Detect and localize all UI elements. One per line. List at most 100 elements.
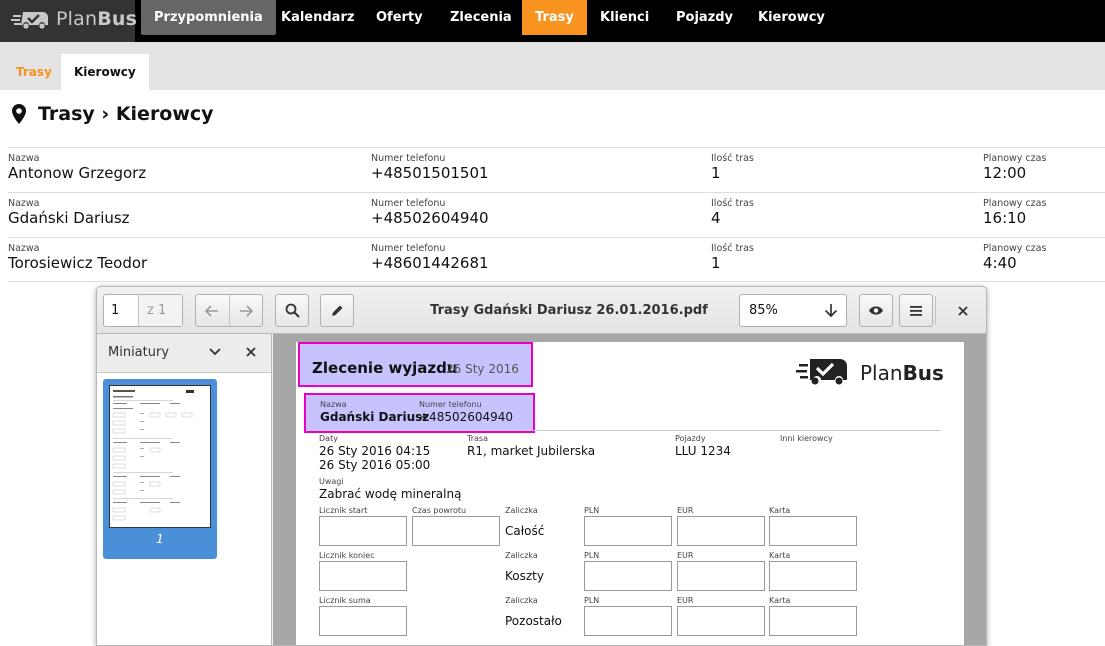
driver-time: 12:00 [983, 164, 1027, 182]
pdf-route-label: Trasa [467, 434, 488, 443]
nav-pojazdy[interactable]: Pojazdy [663, 0, 746, 35]
close-window-button[interactable] [947, 294, 979, 327]
page-number-input[interactable]: 1 [104, 295, 139, 326]
routes-label: Ilość tras [711, 153, 754, 164]
pdf-advance-label: Zaliczka [505, 596, 538, 605]
close-icon [958, 305, 968, 316]
subtab-trasy[interactable]: Trasy [3, 54, 65, 90]
counter-sum-field [319, 606, 407, 636]
heading-highlight: Zlecenie wyjazdu 26 Sty 2016 [298, 342, 533, 387]
driver-phone: +48501501501 [371, 164, 489, 182]
table-row[interactable]: Nazwa Antonow Grzegorz Numer telefonu +485… [8, 147, 1105, 192]
time-label: Planowy czas [983, 198, 1047, 209]
phone-label: Numer telefonu [371, 153, 446, 164]
page-selector: 1 z 1 [103, 294, 183, 327]
pdf-costs-label: Koszty [505, 569, 544, 583]
drivers-table: Nazwa Antonow Grzegorz Numer telefonu +485… [8, 147, 1105, 282]
nav-kalendarz[interactable]: Kalendarz [268, 0, 367, 35]
viewer-toolbar: 1 z 1 Trasy Gdański Dariusz 26.01.2016.p… [97, 287, 986, 334]
page-total: z 1 [139, 295, 182, 326]
sidebar-title: Miniatury [108, 345, 170, 360]
eur-field [677, 606, 765, 636]
pdf-dates-label: Daty [319, 434, 338, 443]
pdf-divider [319, 430, 941, 431]
zoom-value: 85% [749, 303, 778, 318]
driver-time: 16:10 [983, 209, 1027, 227]
next-page-button[interactable] [230, 295, 263, 326]
pdf-eur-label: EUR [677, 596, 694, 605]
document-area[interactable]: Zlecenie wyjazdu 26 Sty 2016 PlanBus Naz… [273, 334, 986, 645]
phone-label: Numer telefonu [371, 243, 446, 254]
sub-navbar: Trasy Kierowcy [0, 42, 1105, 90]
driver-name: Antonow Grzegorz [8, 164, 147, 182]
thumbnails-sidebar: Miniatury 1 [97, 334, 272, 645]
pdf-pln-label: PLN [584, 506, 600, 515]
zoom-select[interactable]: 85% [739, 294, 847, 327]
app-logo[interactable]: PlanBus [0, 0, 138, 42]
nav-oferty[interactable]: Oferty [363, 0, 436, 35]
sidebar-header: Miniatury [97, 334, 271, 373]
time-label: Planowy czas [983, 153, 1047, 164]
pdf-phone: +48502604940 [419, 410, 514, 424]
pdf-return-time-label: Czas powrotu [412, 506, 467, 515]
pdf-counter-end-label: Licznik koniec [319, 551, 375, 560]
driver-phone: +48502604940 [371, 209, 489, 227]
table-row[interactable]: Nazwa Torosiewicz Teodor Numer telefonu +4… [8, 237, 1105, 282]
arrow-right-icon [239, 304, 253, 317]
nav-trasy[interactable]: Trasy [522, 0, 587, 35]
eur-field [677, 516, 765, 546]
annotate-button[interactable] [320, 294, 354, 327]
chevron-down-icon[interactable] [209, 347, 221, 357]
pdf-advance-label: Zaliczka [505, 506, 538, 515]
nav-kierowcy[interactable]: Kierowcy [745, 0, 838, 35]
pdf-rest-label: Pozostało [505, 614, 562, 628]
pdf-pln-label: PLN [584, 596, 600, 605]
pdf-notes-label: Uwagi [319, 477, 344, 486]
prev-page-button[interactable] [196, 295, 230, 326]
nav-klienci[interactable]: Klienci [587, 0, 662, 35]
driver-routes: 1 [711, 164, 721, 182]
brand-name: PlanBus [56, 8, 138, 30]
pdf-page: Zlecenie wyjazdu 26 Sty 2016 PlanBus Naz… [296, 342, 964, 645]
pdf-viewer-window: 1 z 1 Trasy Gdański Dariusz 26.01.2016.p… [96, 286, 987, 646]
pdf-route: R1, market Jubilerska [467, 444, 596, 458]
card-field [769, 516, 857, 546]
page-thumbnail[interactable]: 1 [103, 379, 217, 559]
search-button[interactable] [275, 294, 309, 327]
driver-name: Gdański Dariusz [8, 209, 130, 227]
pdf-card-label: Karta [769, 596, 791, 605]
pdf-card-label: Karta [769, 506, 791, 515]
bus-check-logo-icon [11, 12, 48, 29]
time-label: Planowy czas [983, 243, 1047, 254]
driver-name: Torosiewicz Teodor [8, 254, 148, 272]
pdf-heading-date: 26 Sty 2016 [446, 362, 519, 376]
close-icon[interactable] [246, 347, 256, 357]
pdf-counter-start-label: Licznik start [319, 506, 368, 515]
pdf-brand-logo: PlanBus [796, 356, 944, 392]
name-label: Nazwa [8, 243, 40, 254]
menu-icon [910, 305, 922, 316]
pdf-advance-label: Zaliczka [505, 551, 538, 560]
phone-label: Numer telefonu [371, 198, 446, 209]
eye-icon [869, 306, 883, 315]
pdf-driver-label: Nazwa [320, 400, 347, 409]
routes-label: Ilość tras [711, 243, 754, 254]
pdf-heading: Zlecenie wyjazdu [312, 359, 458, 377]
page-heading: Trasy › Kierowcy [38, 103, 214, 125]
table-row[interactable]: Nazwa Gdański Dariusz Numer telefonu +4850… [8, 192, 1105, 237]
nav-przypomnienia[interactable]: Przypomnienia [141, 0, 276, 35]
view-button[interactable] [859, 294, 893, 327]
arrow-down-icon [824, 304, 838, 318]
pln-field [584, 561, 672, 591]
pdf-brand-name: PlanBus [860, 361, 944, 385]
map-marker-icon [12, 104, 26, 124]
pdf-other-drivers-label: Inni kierowcy [780, 434, 833, 443]
pln-field [584, 606, 672, 636]
subtab-kierowcy[interactable]: Kierowcy [61, 54, 149, 90]
nav-zlecenia[interactable]: Zlecenia [437, 0, 525, 35]
pdf-pln-label: PLN [584, 551, 600, 560]
menu-button[interactable] [899, 294, 933, 327]
eur-field [677, 561, 765, 591]
pdf-vehicle: LLU 1234 [675, 444, 731, 458]
thumbnail-page-number: 1 [156, 532, 164, 546]
